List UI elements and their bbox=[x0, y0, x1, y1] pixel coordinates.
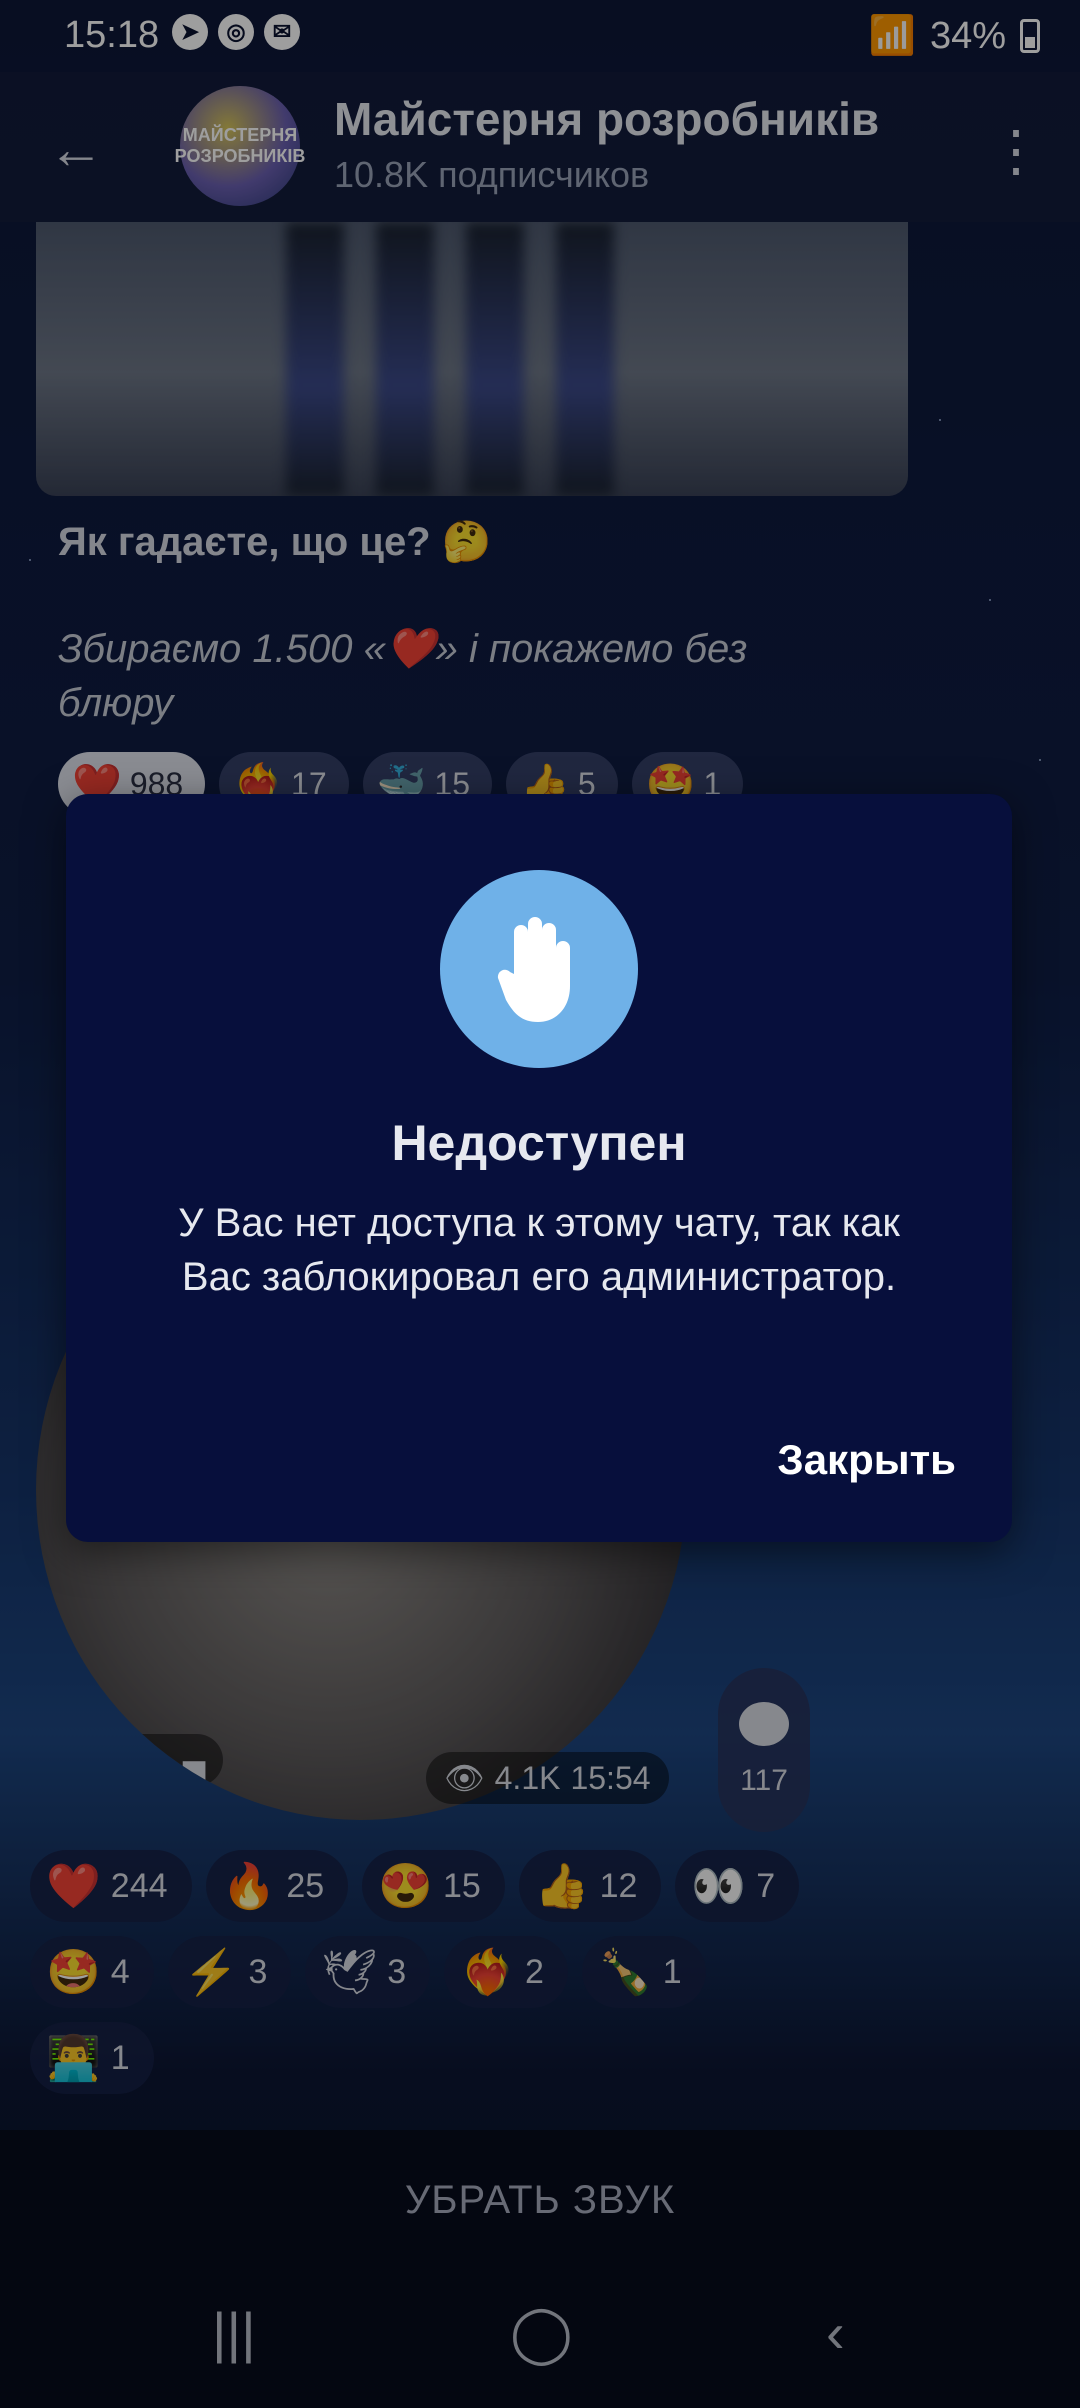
hand-stop-icon bbox=[440, 870, 638, 1068]
dialog-title: Недоступен bbox=[391, 1115, 687, 1171]
close-button[interactable]: Закрыть bbox=[777, 1436, 956, 1484]
unavailable-dialog: Недоступен У Вас нет доступа к этому чат… bbox=[66, 794, 1012, 1542]
dialog-message: У Вас нет доступа к этому чату, так как … bbox=[178, 1201, 900, 1299]
